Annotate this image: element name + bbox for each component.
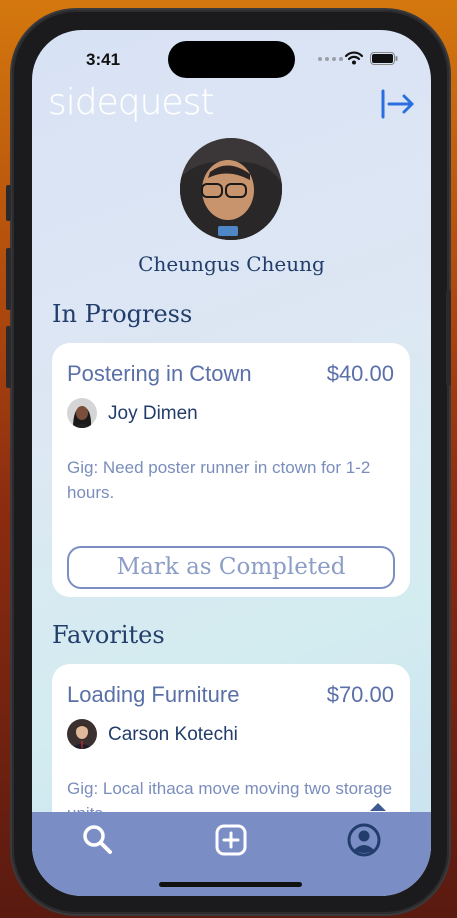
app-header: sidequest xyxy=(32,82,431,132)
battery-icon xyxy=(370,52,398,65)
user-avatar[interactable] xyxy=(67,719,97,749)
profile-avatar[interactable] xyxy=(180,138,282,240)
favorites-heading: Favorites xyxy=(52,621,165,649)
user-name: Carson Kotechi xyxy=(108,724,238,745)
action-button xyxy=(6,185,11,221)
gig-price: $70.00 xyxy=(326,682,394,707)
in-progress-card[interactable]: Postering in Ctown $40.00 Joy Dimen Gig:… xyxy=(52,343,410,597)
gig-price: $40.00 xyxy=(326,361,394,386)
logout-icon[interactable] xyxy=(380,88,416,120)
search-icon[interactable] xyxy=(80,822,116,858)
wifi-icon xyxy=(345,51,363,65)
profile-name: Cheungus Cheung xyxy=(138,252,325,276)
gig-title: Loading Furniture xyxy=(67,682,240,707)
add-square-icon[interactable] xyxy=(213,822,249,858)
volume-down-button xyxy=(6,326,11,388)
status-time: 3:41 xyxy=(86,50,121,69)
volume-up-button xyxy=(6,248,11,310)
in-progress-heading: In Progress xyxy=(52,300,193,328)
app-logo: sidequest xyxy=(48,82,214,123)
mark-completed-button[interactable]: Mark as Completed xyxy=(67,546,395,589)
chevron-up-icon[interactable] xyxy=(368,800,388,812)
home-indicator[interactable] xyxy=(159,882,302,887)
power-button xyxy=(446,290,451,386)
gig-description: Gig: Need poster runner in ctown for 1-2… xyxy=(67,458,371,502)
user-avatar[interactable] xyxy=(67,398,97,428)
gig-title: Postering in Ctown xyxy=(67,361,252,386)
app-screen: 3:41 sidequest Cheungus Cheung In Progre… xyxy=(32,30,431,896)
cellular-signal-icon xyxy=(318,57,343,61)
status-bar: 3:41 xyxy=(32,30,431,88)
user-name: Joy Dimen xyxy=(108,403,198,424)
profile-icon[interactable] xyxy=(346,822,382,858)
dynamic-island xyxy=(168,41,295,78)
